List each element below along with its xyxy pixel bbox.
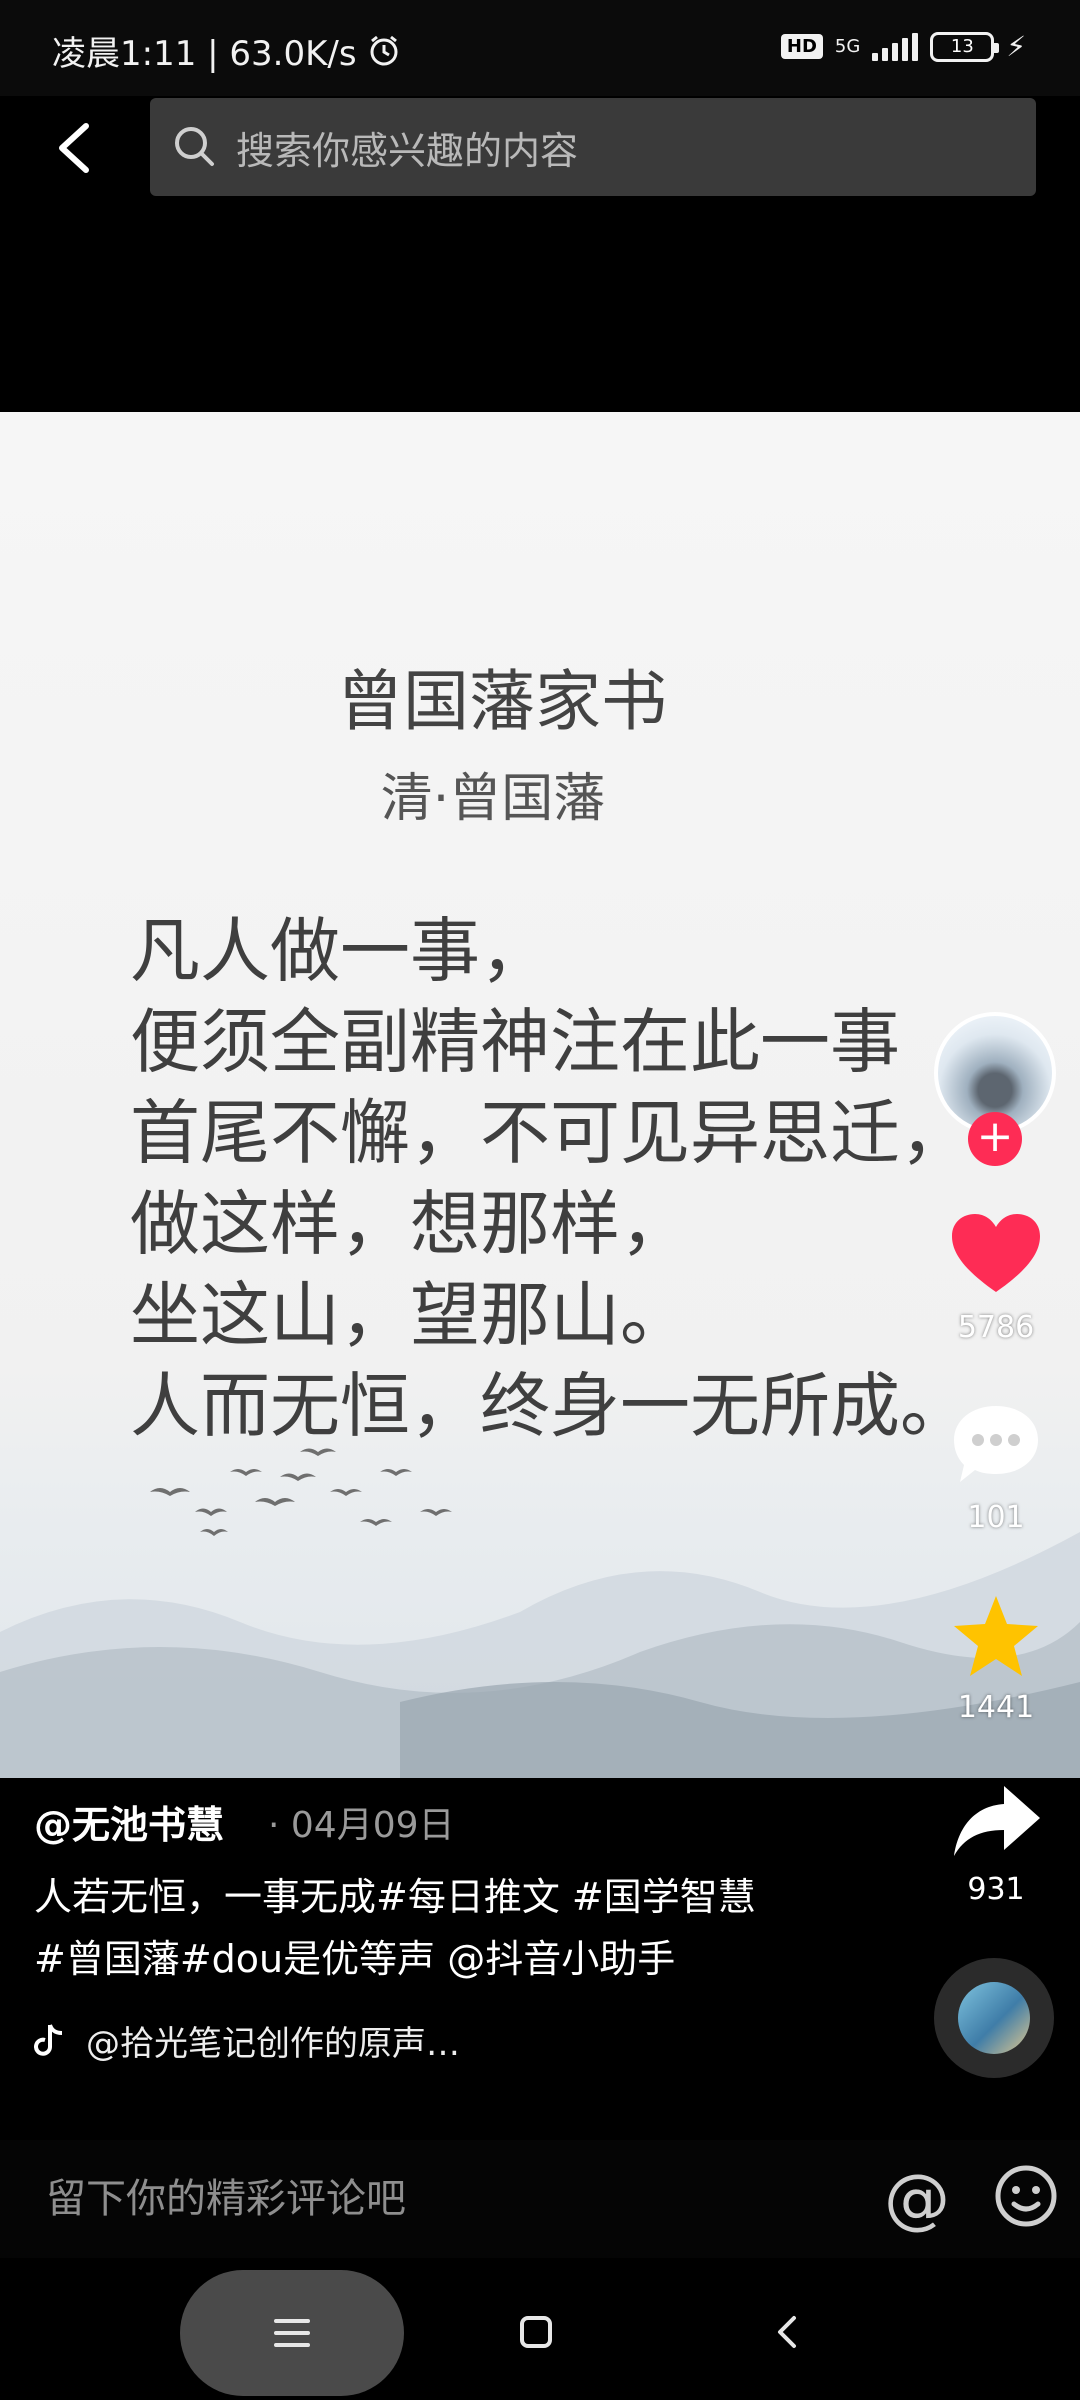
caption-line: 人若无恒，一事无成#每日推文 #国学智慧: [34, 1875, 756, 1919]
battery-level: 13: [950, 36, 974, 57]
back-arrow-icon: [59, 123, 89, 173]
nav-back-icon[interactable]: [760, 2304, 816, 2360]
author-name[interactable]: @无池书慧: [34, 1794, 224, 1849]
comment-input[interactable]: 留下你的精彩评论吧: [46, 2166, 406, 2224]
search-input[interactable]: 搜索你感兴趣的内容: [150, 98, 1036, 196]
music-info[interactable]: @拾光笔记创作的原声…: [34, 2016, 460, 2065]
recent-apps-button[interactable]: [180, 2270, 404, 2396]
poem-line: 便须全副精神注在此一事: [130, 1001, 900, 1083]
heart-icon[interactable]: [950, 1212, 1042, 1296]
hd-badge: HD: [780, 34, 823, 59]
status-time: 凌晨1:11 | 63.0K/s: [52, 26, 401, 75]
ink-mountain-illustration: [0, 1448, 1080, 1778]
comment-count: 101: [967, 1500, 1025, 1535]
signal-icon: [872, 32, 919, 61]
charging-icon: ⚡: [1006, 30, 1026, 63]
poem-line: 做这样，想那样，: [130, 1183, 690, 1265]
music-title: @拾光笔记创作的原声…: [86, 2024, 460, 2064]
at-mention-icon[interactable]: @: [884, 2160, 950, 2237]
star-icon[interactable]: [950, 1592, 1042, 1680]
post-date: · 04月09日: [268, 1805, 455, 1846]
battery-icon: 13: [930, 31, 1000, 62]
comment-icon[interactable]: [950, 1402, 1042, 1486]
home-icon[interactable]: [508, 2304, 564, 2360]
poem-line: 坐这山，望那山。: [130, 1274, 690, 1356]
like-count: 5786: [957, 1310, 1035, 1345]
share-count: 931: [967, 1872, 1025, 1907]
tiktok-note-icon: [34, 2023, 63, 2056]
poem-line: 首尾不懈，不可见异思迁，: [130, 1092, 970, 1174]
poem-author: 清·曾国藩: [380, 769, 606, 829]
poem-title: 曾国藩家书: [337, 663, 667, 740]
music-disc[interactable]: [934, 1958, 1054, 2078]
emoji-icon[interactable]: [994, 2164, 1058, 2228]
search-icon: [175, 127, 214, 166]
video-caption[interactable]: 人若无恒，一事无成#每日推文 #国学智慧 #曾国藩#dou是优等声 @抖音小助手: [34, 1866, 894, 1990]
back-button[interactable]: [46, 112, 106, 182]
music-cover: [958, 1982, 1030, 2054]
flying-birds-icon: [150, 1448, 452, 1536]
follow-button[interactable]: +: [968, 1112, 1022, 1166]
poem-line: 凡人做一事，: [130, 910, 550, 992]
menu-icon: [274, 2319, 310, 2347]
status-icons: HD 5G 13 ⚡: [780, 30, 1026, 63]
search-placeholder: 搜索你感兴趣的内容: [236, 128, 579, 173]
share-icon[interactable]: [950, 1782, 1042, 1860]
poem-text: 凡人做一事， 便须全副精神注在此一事 首尾不懈，不可见异思迁， 做这样，想那样，…: [130, 906, 970, 1452]
network-type: 5G: [834, 35, 861, 57]
caption-line: #曾国藩#dou是优等声 @抖音小助手: [34, 1937, 676, 1981]
status-time-speed: 凌晨1:11 | 63.0K/s: [52, 34, 357, 74]
video-player[interactable]: 曾国藩家书 清·曾国藩 凡人做一事， 便须全副精神注在此一事 首尾不懈，不可见异…: [0, 412, 1080, 1778]
favorite-count: 1441: [957, 1690, 1035, 1725]
alarm-clock-icon: [370, 35, 398, 65]
